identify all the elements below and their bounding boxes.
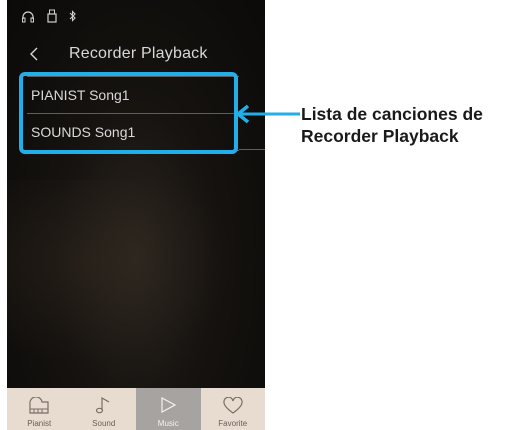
music-note-icon (95, 395, 113, 419)
phone-screen: Recorder Playback PIANIST Song1 SOUNDS S… (7, 0, 265, 430)
arrow-left-icon (235, 104, 300, 124)
piano-icon (28, 396, 50, 419)
headphones-icon (21, 10, 35, 27)
divider (239, 149, 265, 150)
callout-line-2: Recorder Playback (301, 126, 459, 146)
tab-music[interactable]: Music (136, 388, 201, 430)
usb-icon (47, 9, 57, 27)
list-item[interactable]: SOUNDS Song1 (27, 113, 239, 151)
header: Recorder Playback (7, 42, 265, 72)
status-bar (21, 8, 77, 28)
tab-label: Pianist (27, 419, 52, 428)
play-icon (159, 395, 177, 419)
page-title: Recorder Playback (69, 45, 208, 62)
recorder-song-list: PIANIST Song1 SOUNDS Song1 (27, 76, 239, 151)
tab-sound[interactable]: Sound (72, 388, 137, 430)
callout-label: Lista de canciones de Recorder Playback (301, 103, 483, 147)
tab-label: Music (157, 419, 179, 428)
tab-pianist[interactable]: Pianist (7, 388, 72, 430)
list-item[interactable]: PIANIST Song1 (27, 76, 239, 113)
tab-bar: Pianist Sound Music Favorite (7, 388, 265, 430)
tab-label: Favorite (218, 419, 248, 428)
bluetooth-icon (69, 9, 77, 27)
chevron-left-icon[interactable] (29, 46, 39, 67)
tab-favorite[interactable]: Favorite (201, 388, 266, 430)
heart-icon (222, 396, 244, 419)
tab-label: Sound (92, 419, 116, 428)
callout-line-1: Lista de canciones de (301, 104, 483, 124)
